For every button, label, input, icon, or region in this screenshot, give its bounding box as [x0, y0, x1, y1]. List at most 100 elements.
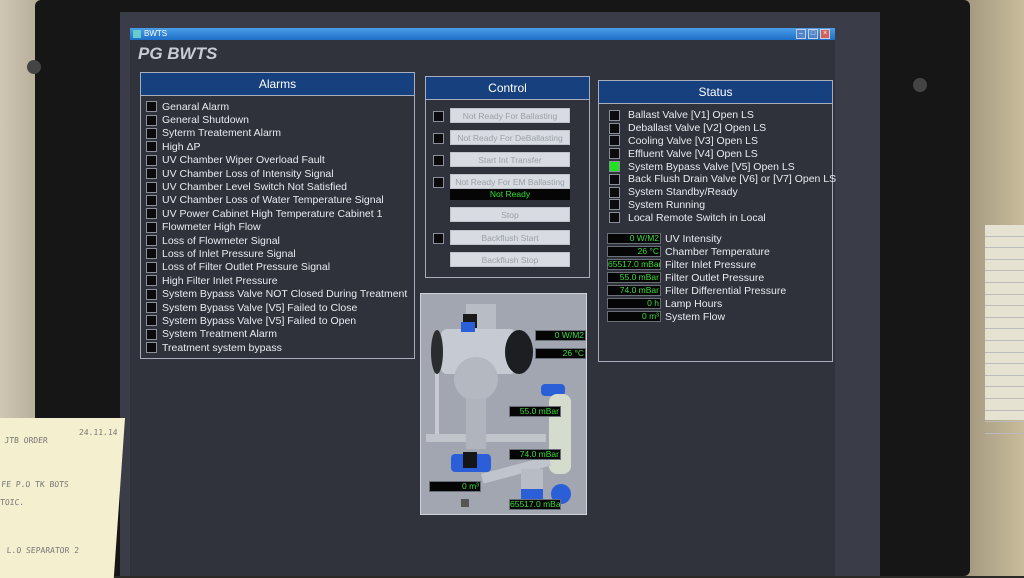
sheet-row — [985, 411, 1024, 423]
alarm-indicator — [146, 328, 157, 340]
status-header: Status — [599, 81, 832, 104]
alarm-indicator — [146, 248, 157, 260]
window-title: BWTS — [144, 29, 168, 38]
sheet-row — [985, 376, 1024, 388]
alarm-indicator — [146, 101, 157, 113]
measurement-value: 0 m³ — [607, 311, 661, 323]
backflush-start-button[interactable]: Backflush Start — [450, 230, 570, 245]
status-item: Effluent Valve [V4] Open LS — [609, 147, 832, 160]
status-indicator — [609, 212, 620, 224]
control-indicator — [433, 233, 444, 244]
sheet-row — [985, 283, 1024, 295]
alarm-label: System Treatment Alarm — [162, 328, 277, 341]
window-titlebar[interactable]: BWTS – □ × — [130, 28, 835, 40]
alarm-item: UV Chamber Wiper Overload Fault — [146, 154, 414, 167]
measurement-row: 65517.0 mBar Filter Inlet Pressure — [607, 258, 832, 271]
app-icon — [133, 30, 141, 38]
mount-hole — [913, 78, 927, 92]
status-label: Local Remote Switch in Local — [628, 211, 766, 224]
alarm-indicator — [146, 181, 157, 193]
alarm-indicator — [146, 302, 157, 314]
alarm-label: UV Chamber Loss of Intensity Signal — [162, 167, 334, 180]
stop-button[interactable]: Stop — [450, 207, 570, 222]
alarm-label: UV Chamber Wiper Overload Fault — [162, 154, 325, 167]
alarm-item: High ΔP — [146, 140, 414, 153]
alarm-item: System Bypass Valve NOT Closed During Tr… — [146, 287, 414, 300]
note-line: JTB ORDER — [4, 436, 49, 445]
maximize-icon: □ — [810, 30, 816, 37]
alarm-item: UV Power Cabinet High Temperature Cabine… — [146, 207, 414, 220]
alarm-label: Genaral Alarm — [162, 100, 230, 113]
sheet-row — [985, 271, 1024, 283]
valve-actuator — [461, 322, 475, 332]
start-int-transfer-button[interactable]: Start Int Transfer — [450, 152, 570, 167]
sheet-row — [985, 341, 1024, 353]
status-item: Cooling Valve [V3] Open LS — [609, 135, 832, 148]
measurement-label: Lamp Hours — [665, 297, 723, 310]
sheet-row — [985, 329, 1024, 341]
alarm-label: UV Power Cabinet High Temperature Cabine… — [162, 207, 383, 220]
alarm-indicator — [146, 288, 157, 300]
sheet-row — [985, 364, 1024, 376]
close-button[interactable]: × — [820, 29, 830, 39]
measurement-label: System Flow — [665, 310, 726, 323]
alarm-item: Genaral Alarm — [146, 100, 414, 113]
alarm-indicator — [146, 194, 157, 206]
app-title: PG BWTS — [138, 44, 218, 63]
control-indicator — [433, 155, 444, 166]
alarms-header: Alarms — [141, 73, 414, 96]
diagram-uv-intensity-readout: 0 W/M2 — [535, 330, 586, 341]
not-ready-for-ballasting-button[interactable]: Not Ready For Ballasting — [450, 108, 570, 123]
status-indicator — [609, 173, 620, 185]
status-item: Deballast Valve [V2] Open LS — [609, 122, 832, 135]
status-label: Back Flush Drain Valve [V6] or [V7] Open… — [628, 173, 837, 186]
note-line: TOIC. — [0, 498, 25, 507]
filter-housing — [454, 357, 498, 401]
status-item: Ballast Valve [V1] Open LS — [609, 109, 832, 122]
ready-status-readout: Not Ready — [450, 189, 570, 200]
measurement-value: 74.0 mBar — [607, 285, 661, 297]
status-list: Ballast Valve [V1] Open LS Deballast Valv… — [599, 104, 836, 224]
paper-sheet — [985, 225, 1024, 434]
close-icon: × — [822, 30, 828, 37]
not-ready-for-em-ballasting-button[interactable]: Not Ready For EM Ballasting — [450, 174, 570, 189]
status-indicator — [609, 122, 620, 134]
status-item: System Running — [609, 199, 832, 212]
control-indicator — [433, 133, 444, 144]
alarm-indicator — [146, 342, 157, 354]
measurement-label: Filter Outlet Pressure — [665, 271, 765, 284]
measurement-row: 55.0 mBar Filter Outlet Pressure — [607, 271, 832, 284]
control-panel: Control Not Ready For Ballasting Not Read… — [425, 76, 590, 278]
minimize-button[interactable]: – — [796, 29, 806, 39]
alarms-panel: Alarms Genaral Alarm General Shutdown Syte… — [140, 72, 415, 359]
alarm-label: Loss of Filter Outlet Pressure Signal — [162, 261, 331, 274]
alarm-indicator — [146, 315, 157, 327]
measurement-value: 55.0 mBar — [607, 272, 661, 284]
control-indicator — [433, 111, 444, 122]
alarm-item: High Filter Inlet Pressure — [146, 274, 414, 287]
not-ready-for-deballasting-button[interactable]: Not Ready For DeBallasting — [450, 130, 570, 145]
alarm-indicator — [146, 235, 157, 247]
status-label: System Running — [628, 198, 706, 211]
status-item: System Bypass Valve [V5] Open LS — [609, 160, 832, 173]
alarm-indicator — [146, 275, 157, 287]
alarm-item: Loss of Filter Outlet Pressure Signal — [146, 261, 414, 274]
status-indicator — [609, 148, 620, 160]
sheet-row — [985, 422, 1024, 434]
alarm-label: System Bypass Valve [V5] Failed to Close — [162, 301, 358, 314]
alarm-indicator — [146, 141, 157, 153]
maximize-button[interactable]: □ — [808, 29, 818, 39]
alarm-item: System Bypass Valve [V5] Failed to Close — [146, 301, 414, 314]
note-line: L.O SEPARATOR 2 — [6, 546, 80, 555]
status-item: System Standby/Ready — [609, 186, 832, 199]
desk-sticky-note: 24.11.14 JTB ORDER FE P.O TK BOTS TOIC. … — [0, 418, 126, 578]
diagram-outlet-pressure-readout: 55.0 mBar — [509, 406, 561, 417]
backflush-stop-button[interactable]: Backflush Stop — [450, 252, 570, 267]
diagram-temperature-readout: 26 °C — [535, 348, 586, 359]
lamp-housing — [505, 330, 533, 374]
alarm-indicator — [146, 168, 157, 180]
measurement-label: Filter Differential Pressure — [665, 284, 787, 297]
measurement-label: Filter Inlet Pressure — [665, 258, 757, 271]
sheet-row — [985, 318, 1024, 330]
status-indicator — [609, 109, 620, 121]
